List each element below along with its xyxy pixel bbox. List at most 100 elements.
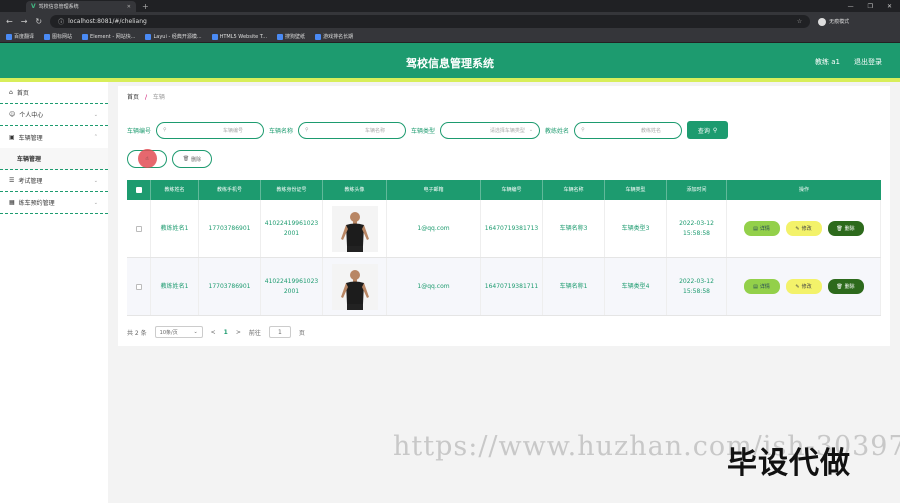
detail-label: 详情 bbox=[759, 225, 770, 232]
query-button-label: 查询 bbox=[697, 127, 710, 135]
chevron-down-icon: ⌄ bbox=[193, 329, 198, 335]
cell-car-number: 16470719381711 bbox=[481, 258, 543, 315]
car-type-select[interactable]: 请选择车辆类型 ⌄ bbox=[440, 121, 541, 139]
cell-created-time: 2022-03-12 15:58:58 bbox=[667, 200, 727, 257]
page-number[interactable]: 1 bbox=[224, 329, 228, 336]
trash-icon: 🗑︎ bbox=[836, 225, 843, 232]
coach-avatar[interactable] bbox=[331, 205, 378, 252]
select-all-cell bbox=[127, 180, 151, 200]
window-close-icon[interactable]: ✕ bbox=[887, 1, 892, 12]
chevron-down-icon: ⌄ bbox=[93, 111, 98, 118]
row-select-cell bbox=[127, 258, 151, 315]
goto-label: 前往 bbox=[248, 329, 261, 337]
breadcrumb-separator: / bbox=[144, 94, 147, 101]
edit-button[interactable]: ✎ 修改 bbox=[785, 279, 822, 294]
sidebar-item-label: 考试管理 bbox=[18, 178, 43, 185]
bookmark-icon bbox=[145, 33, 152, 40]
bookmark-icon bbox=[211, 33, 218, 40]
goto-page-input[interactable]: 1 bbox=[268, 326, 291, 338]
bookmark-label: Layui - 经典开源模... bbox=[153, 34, 202, 40]
minimize-icon[interactable]: — bbox=[848, 1, 854, 12]
sidebar-item-booking[interactable]: ▦ 练车预约管理 ⌄ bbox=[0, 192, 108, 214]
forward-icon[interactable]: → bbox=[21, 17, 28, 26]
input-placeholder: 车辆名称 bbox=[365, 127, 386, 134]
bookmarks-bar: 百度翻译 图标网站 Element - 网站快... Layui - 经典开源模… bbox=[0, 31, 900, 43]
logout-link[interactable]: 退出登录 bbox=[854, 57, 882, 67]
close-icon[interactable]: ✕ bbox=[127, 4, 131, 10]
main-panel: 首页 / 车辆 车辆编号 ⚲ 车辆编号 车辆名称 ⚲ 车辆名称 车辆类型 请选择… bbox=[118, 86, 890, 346]
vue-icon: V bbox=[31, 3, 36, 10]
row-checkbox[interactable] bbox=[135, 283, 142, 290]
column-header: 车辆名称 bbox=[543, 180, 605, 200]
table-header: 教练姓名 教练手机号 教练身份证号 教练头像 电子邮箱 车辆编号 车辆名称 车辆… bbox=[127, 180, 881, 200]
detail-button[interactable]: ▤ 详情 bbox=[743, 279, 780, 294]
car-name-input[interactable]: ⚲ 车辆名称 bbox=[298, 121, 407, 139]
bookmark-item[interactable]: 图标网站 bbox=[44, 33, 72, 40]
input-placeholder: 教练姓名 bbox=[641, 127, 662, 134]
bookmark-item[interactable]: HTML5 Website T... bbox=[211, 33, 267, 40]
select-all-checkbox[interactable] bbox=[135, 187, 142, 193]
sidebar-item-profile[interactable]: ☺ 个人中心 ⌄ bbox=[0, 104, 108, 126]
coach-avatar[interactable] bbox=[331, 263, 378, 310]
edit-icon: ✎ bbox=[795, 225, 800, 232]
row-checkbox[interactable] bbox=[135, 225, 142, 232]
page-size-select[interactable]: 10条/页 ⌄ bbox=[154, 326, 203, 338]
bookmark-item[interactable]: 百度翻译 bbox=[6, 33, 34, 40]
breadcrumb: 首页 / 车辆 bbox=[127, 92, 165, 101]
cell-idcard: 410224199610232001 bbox=[261, 258, 323, 315]
batch-delete-button[interactable]: 🗑︎ 删除 bbox=[172, 150, 212, 168]
search-icon: ⚲ bbox=[581, 127, 585, 133]
address-bar-row: ← → ↻ ⓘ localhost:8081/#/cheliang ☆ 无痕模式 bbox=[0, 12, 900, 31]
bookmark-item[interactable]: Element - 网站快... bbox=[82, 33, 135, 40]
delete-button[interactable]: 🗑︎ 删除 bbox=[827, 279, 864, 294]
new-tab-icon[interactable]: + bbox=[142, 1, 149, 12]
add-button[interactable]: ☝ bbox=[127, 149, 167, 168]
coach-name-input[interactable]: ⚲ 教练姓名 bbox=[574, 121, 683, 139]
cell-idcard: 410224199610232001 bbox=[261, 200, 323, 257]
table-row[interactable]: 教练姓名1 17703786901 410224199610232001 1@q… bbox=[127, 258, 881, 316]
sidebar-item-home[interactable]: ⌂ 首页 bbox=[0, 82, 108, 104]
next-page-button[interactable]: > bbox=[236, 329, 241, 336]
sidebar-item-exams[interactable]: ☰ 考试管理 ⌄ bbox=[0, 170, 108, 192]
search-label: 车辆编号 bbox=[127, 127, 152, 135]
cell-car-name: 车辆名称3 bbox=[543, 200, 605, 257]
reload-icon[interactable]: ↻ bbox=[35, 17, 42, 26]
browser-tab[interactable]: V 驾校信息管理系统 ✕ bbox=[26, 1, 136, 12]
sidebar-item-label: 首页 bbox=[16, 90, 29, 97]
bookmark-item[interactable]: 搜狗壁纸 bbox=[277, 33, 305, 40]
home-icon: ⌂ bbox=[9, 89, 13, 96]
edit-button[interactable]: ✎ 修改 bbox=[785, 221, 822, 236]
coach-photo-figure bbox=[331, 205, 378, 252]
detail-button[interactable]: ▤ 详情 bbox=[743, 221, 780, 236]
column-header: 车辆类型 bbox=[605, 180, 667, 200]
car-number-input[interactable]: ⚲ 车辆编号 bbox=[156, 121, 265, 139]
table-row[interactable]: 教练姓名1 17703786901 410224199610232001 1@q… bbox=[127, 200, 881, 258]
bookmark-star-icon[interactable]: ☆ bbox=[797, 18, 802, 25]
query-button[interactable]: 查询 ⚲ bbox=[687, 121, 729, 139]
column-header: 教练姓名 bbox=[151, 180, 199, 200]
sidebar-subitem-vehicles[interactable]: 车辆管理 bbox=[0, 148, 108, 170]
select-placeholder: 请选择车辆类型 bbox=[489, 127, 525, 134]
sidebar-item-vehicles[interactable]: ▣ 车辆管理 ⌃ bbox=[0, 126, 108, 148]
column-header: 教练手机号 bbox=[199, 180, 261, 200]
bookmark-item[interactable]: 游戏排名长期 bbox=[315, 33, 353, 40]
chevron-down-icon: ⌄ bbox=[528, 127, 534, 133]
maximize-icon[interactable]: ❐ bbox=[868, 1, 873, 12]
url-input[interactable]: ⓘ localhost:8081/#/cheliang ☆ bbox=[50, 15, 811, 28]
bookmark-item[interactable]: Layui - 经典开源模... bbox=[145, 33, 202, 40]
breadcrumb-home[interactable]: 首页 bbox=[127, 94, 139, 101]
edit-label: 修改 bbox=[801, 283, 812, 290]
profile-label: 无痕模式 bbox=[829, 19, 850, 25]
profile-badge[interactable]: 无痕模式 bbox=[818, 17, 850, 26]
search-icon: ⚲ bbox=[305, 127, 309, 133]
column-header: 教练头像 bbox=[323, 180, 387, 200]
back-icon[interactable]: ← bbox=[6, 17, 13, 26]
bookmark-label: 游戏排名长期 bbox=[323, 34, 354, 40]
edit-icon: ✎ bbox=[795, 283, 800, 290]
prev-page-button[interactable]: < bbox=[211, 329, 216, 336]
pagination: 共 2 条 10条/页 ⌄ < 1 > 前往 1 页 bbox=[127, 326, 305, 338]
window-controls: — ❐ ✕ bbox=[848, 1, 900, 12]
cell-avatar bbox=[323, 258, 387, 315]
delete-button[interactable]: 🗑︎ 删除 bbox=[827, 221, 864, 236]
column-header: 车辆编号 bbox=[481, 180, 543, 200]
